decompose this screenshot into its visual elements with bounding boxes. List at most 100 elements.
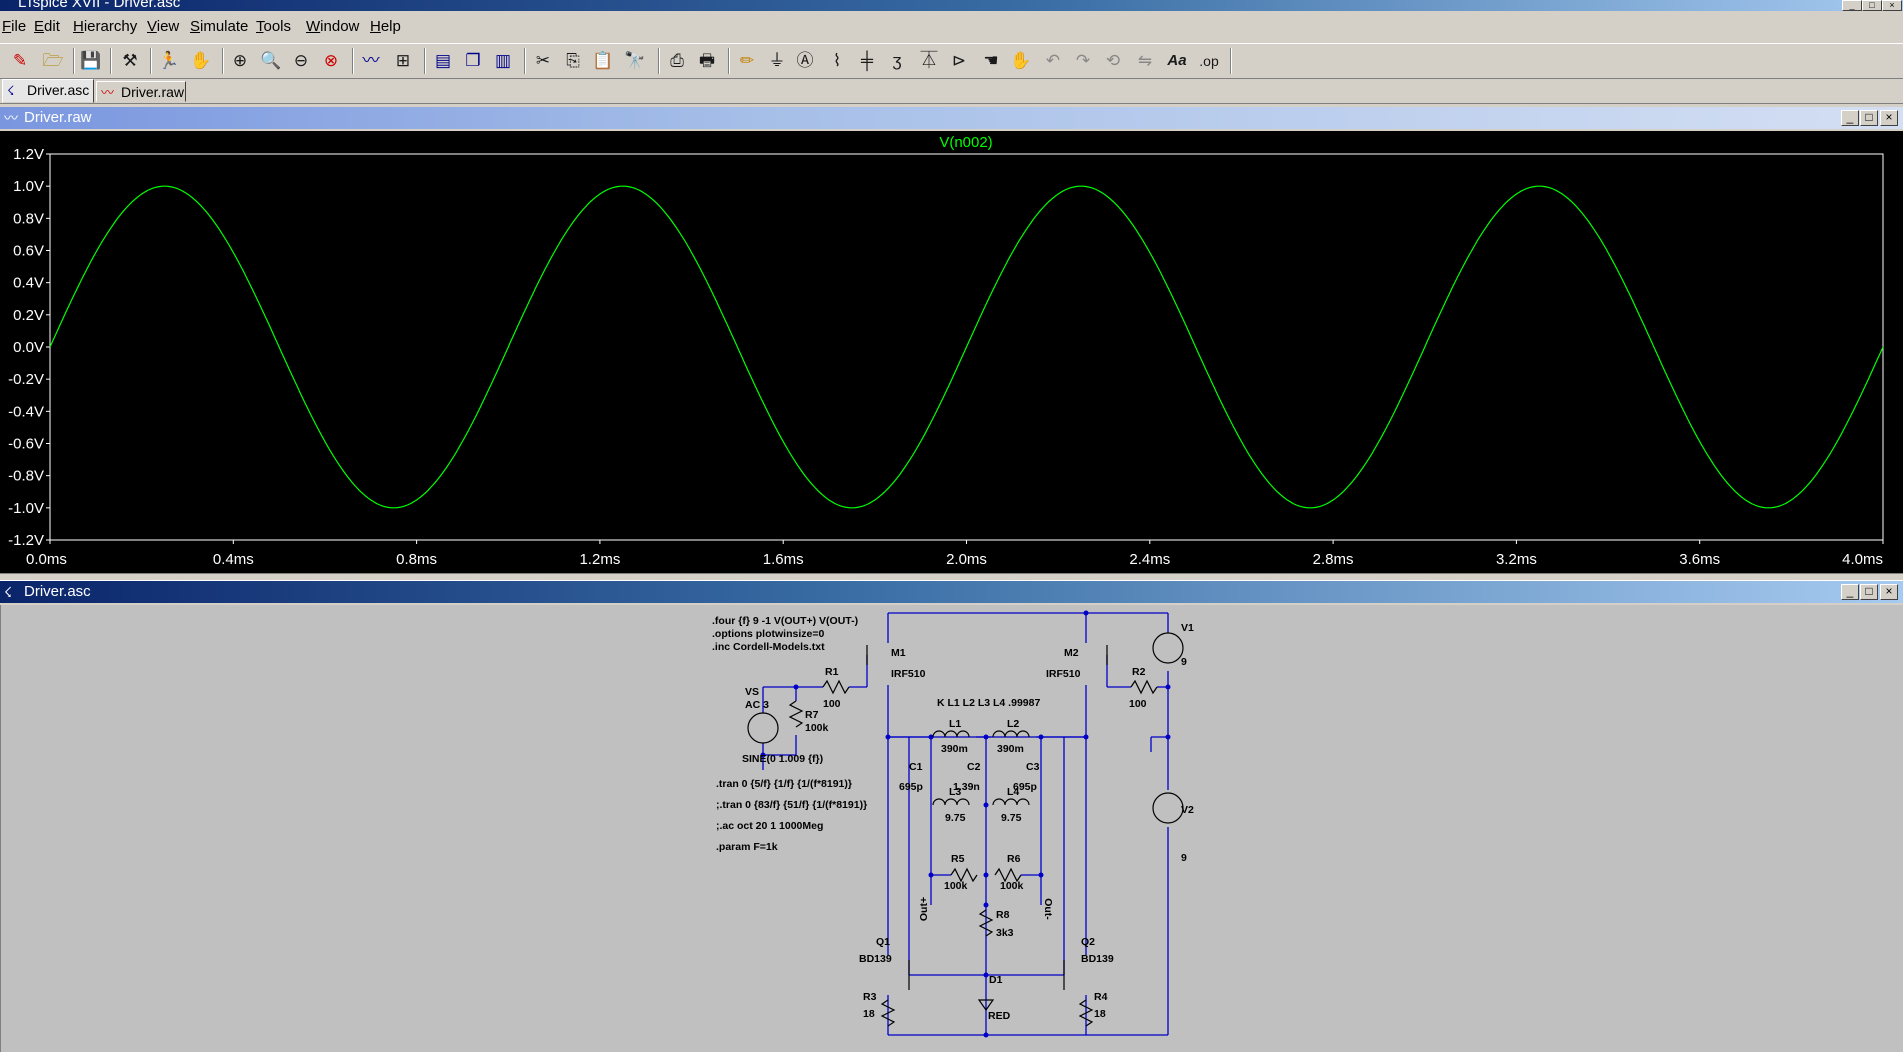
component-value-v2[interactable]: 9 [1181, 852, 1187, 864]
diode-icon[interactable]: ⏄ [916, 48, 942, 74]
spice-directive[interactable]: .tran 0 {5/f} {1/f} {1/(f*8191)} [716, 778, 852, 790]
component-ref-c3[interactable]: C3 [1026, 761, 1040, 773]
grid-icon[interactable]: ⊞ [390, 48, 416, 74]
component-value-r4[interactable]: 18 [1094, 1008, 1106, 1020]
open-icon[interactable]: 🗁 [40, 48, 66, 74]
plot-canvas[interactable]: V(n002) 1.2V 1.0V 0.8V 0.6V 0.4V 0.2V 0.0V -0.2… [0, 131, 1903, 573]
minimize-schematic-button[interactable]: _ [1841, 584, 1859, 600]
spice-directive-icon[interactable]: .op [1196, 48, 1222, 74]
source-vs-name[interactable]: VS [745, 686, 759, 698]
component-value-r7[interactable]: 100k [805, 722, 829, 734]
component-value-r1[interactable]: 100 [823, 698, 841, 710]
component-value-m1[interactable]: IRF510 [891, 668, 926, 680]
component-value-c3[interactable]: 695p [1013, 781, 1037, 793]
spice-directive[interactable]: .options plotwinsize=0 [712, 628, 824, 640]
resistor-icon[interactable]: ⌇ [824, 48, 850, 74]
component-ref-r2[interactable]: R2 [1132, 666, 1146, 678]
component-ref-m2[interactable]: M2 [1064, 647, 1079, 659]
component-value-l2[interactable]: 390m [997, 743, 1024, 755]
print-icon[interactable]: 🖶 [694, 48, 720, 74]
menu-file[interactable]: File [2, 18, 26, 35]
component-value-c2[interactable]: 1.39n [953, 781, 980, 793]
copy-icon[interactable]: ⎘ [560, 48, 586, 74]
run-icon[interactable]: 🏃 [156, 48, 182, 74]
zoom-full-icon[interactable]: 🔍 [258, 48, 284, 74]
menu-tools[interactable]: Tools [256, 18, 291, 35]
text-icon[interactable]: Aa [1164, 48, 1190, 74]
new-schematic-icon[interactable]: ✎ [7, 48, 33, 74]
spice-directive[interactable]: ;.tran 0 {83/f} {51/f} {1/(f*8191)} [716, 799, 867, 811]
autorange-icon[interactable]: 〰 [358, 48, 384, 74]
menu-window[interactable]: Window [306, 18, 359, 35]
component-ref-v2[interactable]: V2 [1181, 804, 1194, 816]
trace-label[interactable]: V(n002) [939, 134, 992, 151]
find-icon[interactable]: 🔭 [622, 48, 648, 74]
paste-icon[interactable]: 📋 [590, 48, 616, 74]
plot-window-title-bar[interactable]: 〰 Driver.raw _ □ × [0, 107, 1903, 129]
maximize-schematic-button[interactable]: □ [1860, 584, 1878, 600]
capacitor-icon[interactable]: ╪ [854, 48, 880, 74]
zoom-cancel-icon[interactable]: ⊗ [318, 48, 344, 74]
net-label-out-plus[interactable]: Out+ [918, 897, 930, 921]
menu-help[interactable]: Help [370, 18, 401, 35]
component-value-m2[interactable]: IRF510 [1046, 668, 1081, 680]
component-ref-c1[interactable]: C1 [909, 761, 923, 773]
component-value-l1[interactable]: 390m [941, 743, 968, 755]
cascade-icon[interactable]: ❐ [460, 48, 486, 74]
schematic-canvas[interactable]: .four {f} 9 -1 V(OUT+) V(OUT-) .options p… [0, 605, 1903, 1052]
close-schematic-button[interactable]: × [1880, 584, 1898, 600]
label-net-icon[interactable]: Ⓐ [792, 48, 818, 74]
mirror-icon[interactable]: ⇋ [1132, 48, 1158, 74]
component-ref-q2[interactable]: Q2 [1081, 936, 1095, 948]
inductor-icon[interactable]: ʒ [884, 48, 910, 74]
maximize-app-button[interactable]: □ [1862, 0, 1882, 11]
maximize-plot-button[interactable]: □ [1860, 110, 1878, 126]
component-value-r2[interactable]: 100 [1129, 698, 1147, 710]
trace-v-n002[interactable] [49, 185, 1884, 509]
component-ref-d1[interactable]: D1 [989, 974, 1003, 986]
component-ref-m1[interactable]: M1 [891, 647, 906, 659]
spice-directive[interactable]: .inc Cordell-Models.txt [712, 641, 825, 653]
close-plot-button[interactable]: × [1880, 110, 1898, 126]
waveform-plot[interactable]: V(n002) 1.2V 1.0V 0.8V 0.6V 0.4V 0.2V 0.0V -0.2… [0, 131, 1903, 573]
pane-splitter[interactable] [0, 573, 1903, 581]
component-ref-v1[interactable]: V1 [1181, 622, 1194, 634]
zoom-in-icon[interactable]: ⊕ [227, 48, 253, 74]
rotate-icon[interactable]: ⟲ [1100, 48, 1126, 74]
draw-wire-icon[interactable]: ✏ [734, 48, 760, 74]
component-value-l3[interactable]: 9.75 [945, 812, 966, 824]
source-vs-ac[interactable]: AC 3 [745, 699, 769, 711]
component-ref-r8[interactable]: R8 [996, 909, 1010, 921]
cut-icon[interactable]: ✂ [530, 48, 556, 74]
spice-directive[interactable]: .param F=1k [716, 841, 778, 853]
schematic-window-title-bar[interactable]: ☇ Driver.asc _ □ × [0, 581, 1903, 603]
save-icon[interactable]: 💾 [78, 48, 104, 74]
move-icon[interactable]: ☚ [978, 48, 1004, 74]
tab-driver-raw[interactable]: 〰 Driver.raw [96, 81, 186, 102]
tile-vertical-icon[interactable]: ▥ [490, 48, 516, 74]
tile-horizontal-icon[interactable]: ▤ [430, 48, 456, 74]
component-value-q1[interactable]: BD139 [859, 953, 892, 965]
component-ref-r7[interactable]: R7 [805, 709, 819, 721]
source-vs-value[interactable]: SINE(0 1.009 {f}) [742, 753, 823, 765]
component-ref-r6[interactable]: R6 [1007, 853, 1021, 865]
pan-icon[interactable]: ✋ [188, 48, 214, 74]
minimize-plot-button[interactable]: _ [1841, 110, 1859, 126]
redo-icon[interactable]: ↷ [1070, 48, 1096, 74]
component-value-v1[interactable]: 9 [1181, 656, 1187, 668]
schematic-drawing[interactable]: .four {f} 9 -1 V(OUT+) V(OUT-).options p… [1, 605, 1903, 1052]
component-value-l4[interactable]: 9.75 [1001, 812, 1022, 824]
component-ref-r4[interactable]: R4 [1094, 991, 1108, 1003]
menu-hierarchy[interactable]: Hierarchy [73, 18, 137, 35]
component-value-r3[interactable]: 18 [863, 1008, 875, 1020]
component-ref-r3[interactable]: R3 [863, 991, 877, 1003]
undo-icon[interactable]: ↶ [1040, 48, 1066, 74]
menu-simulate[interactable]: Simulate [190, 18, 248, 35]
component-ref-c2[interactable]: C2 [967, 761, 981, 773]
component-value-c1[interactable]: 695p [899, 781, 923, 793]
minimize-app-button[interactable]: _ [1842, 0, 1862, 11]
component-ref-l1[interactable]: L1 [949, 718, 961, 730]
net-label-out-minus[interactable]: Out- [1042, 898, 1054, 920]
menu-edit[interactable]: Edit [34, 18, 60, 35]
coupling-directive[interactable]: K L1 L2 L3 L4 .99987 [937, 697, 1040, 709]
